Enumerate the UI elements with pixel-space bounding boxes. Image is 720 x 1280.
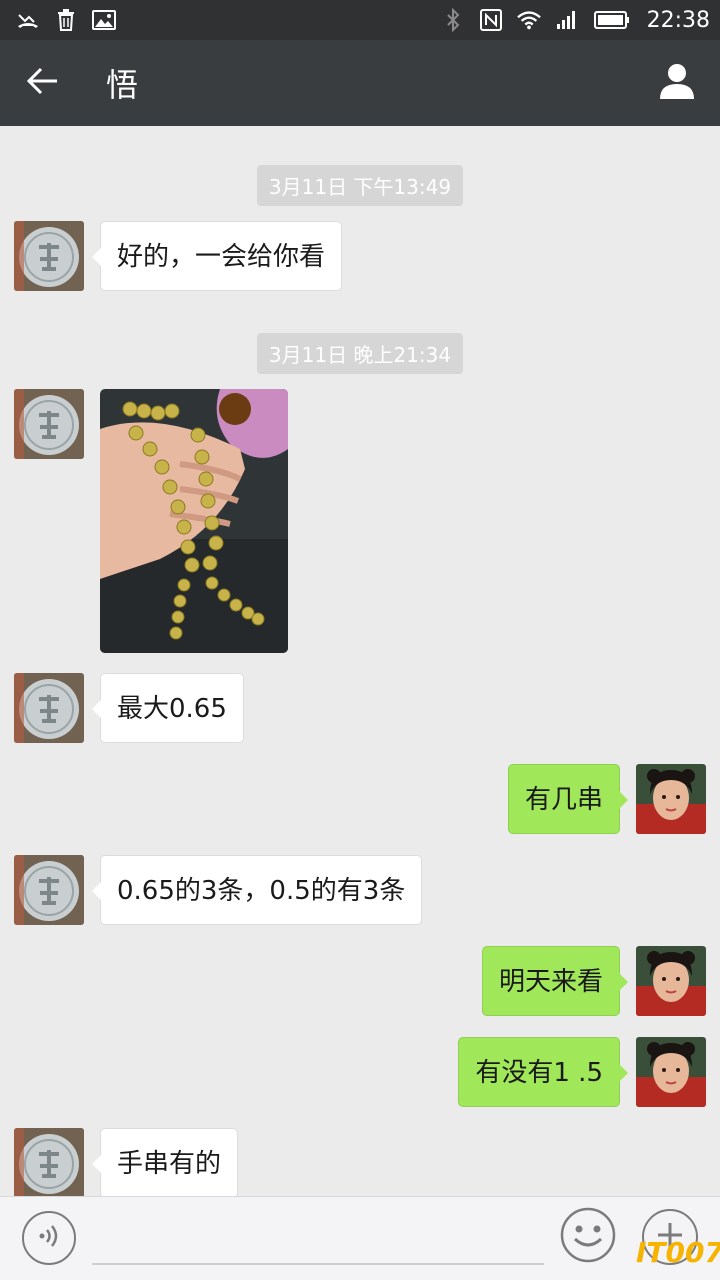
watermark: IT007: [636, 1236, 720, 1269]
contact-avatar[interactable]: [14, 855, 84, 925]
chat-title: 悟: [106, 66, 139, 104]
contact-avatar[interactable]: [14, 673, 84, 743]
message-bubble-incoming[interactable]: 0.65的3条，0.5的有3条: [91, 855, 423, 925]
contact-avatar[interactable]: [14, 1128, 84, 1196]
message-bubble-outgoing[interactable]: 有几串: [507, 764, 629, 834]
battery-icon: [593, 8, 631, 32]
trash-icon: [54, 8, 78, 32]
signal-icon: [555, 8, 579, 32]
emoji-button[interactable]: [560, 1207, 616, 1267]
timestamp: 3月11日 下午13:49: [256, 165, 464, 206]
message-bubble-incoming[interactable]: 好的，一会给你看: [91, 221, 343, 291]
arrow-left-icon: [26, 67, 59, 99]
chat-area[interactable]: 3月11日 下午13:49 好的，一会给你看 3月11日 晚上21:34 最大0…: [0, 126, 720, 1196]
back-button[interactable]: [0, 40, 86, 126]
message-bubble-incoming[interactable]: 手串有的: [91, 1128, 239, 1196]
my-avatar[interactable]: [636, 764, 706, 834]
status-time: 22:38: [646, 7, 710, 33]
wifi-icon: [516, 8, 541, 32]
my-avatar[interactable]: [636, 946, 706, 1016]
missed-call-icon: [16, 8, 40, 32]
image-message[interactable]: [100, 389, 288, 653]
chat-header: 悟: [0, 40, 720, 126]
nfc-icon: [479, 8, 503, 32]
voice-button[interactable]: [22, 1211, 76, 1265]
profile-button[interactable]: [634, 40, 720, 126]
emoji-icon: [560, 1207, 616, 1267]
message-input[interactable]: [92, 1213, 544, 1265]
status-bar: 22:38: [0, 0, 720, 40]
my-avatar[interactable]: [636, 1037, 706, 1107]
person-icon: [658, 62, 696, 104]
timestamp: 3月11日 晚上21:34: [256, 333, 464, 374]
message-bubble-outgoing[interactable]: 明天来看: [481, 946, 629, 1016]
voice-icon: [37, 1223, 61, 1253]
timestamp-row: 3月11日 下午13:49: [0, 165, 720, 206]
message-bubble-incoming[interactable]: 最大0.65: [92, 673, 244, 743]
bluetooth-icon: [441, 8, 465, 32]
image-icon: [92, 8, 116, 32]
contact-avatar[interactable]: [14, 221, 84, 291]
input-bar: [0, 1196, 720, 1280]
timestamp-row: 3月11日 晚上21:34: [0, 333, 720, 374]
contact-avatar[interactable]: [14, 389, 84, 459]
message-bubble-outgoing[interactable]: 有没有1 .5: [458, 1037, 628, 1107]
